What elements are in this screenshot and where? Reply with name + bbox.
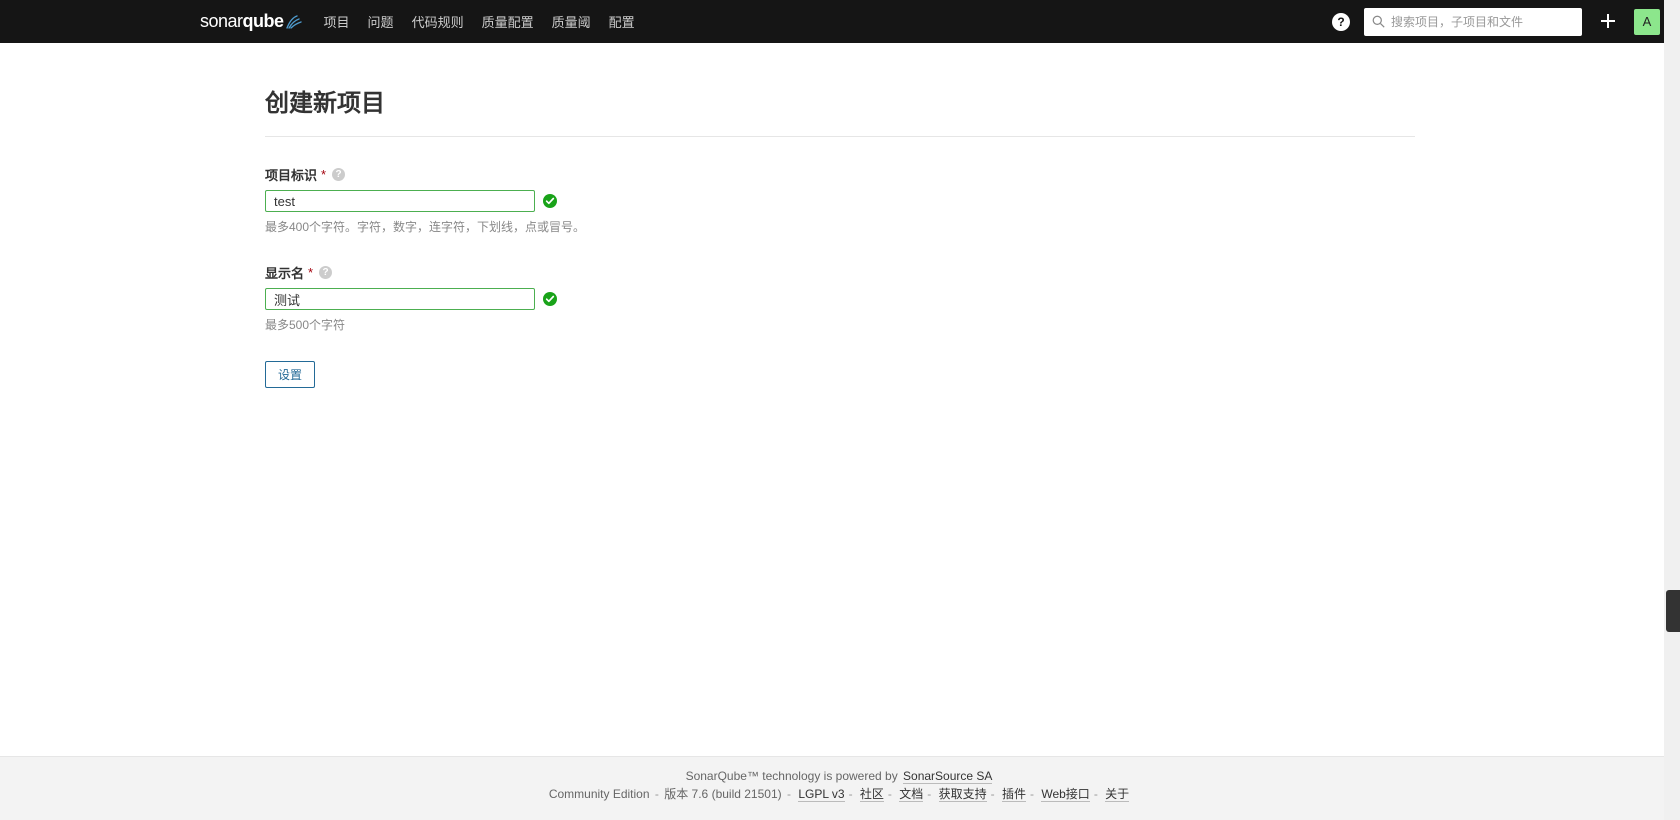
display-name-hint: 最多500个字符: [265, 316, 1415, 333]
nav-links: 项目 问题 代码规则 质量配置 质量阈 配置: [324, 12, 635, 31]
nav-right: ? A: [1332, 8, 1660, 36]
check-circle-icon: [543, 292, 557, 306]
project-key-label-text: 项目标识: [265, 165, 317, 184]
help-icon[interactable]: ?: [1332, 13, 1350, 31]
plus-icon: [1600, 13, 1616, 29]
project-key-input[interactable]: [265, 190, 535, 212]
required-asterisk: *: [308, 265, 313, 280]
project-key-help-icon[interactable]: ?: [332, 168, 345, 181]
nav-item-issues[interactable]: 问题: [368, 12, 394, 31]
footer-link-license[interactable]: LGPL v3: [798, 787, 844, 802]
footer-link-support[interactable]: 获取支持: [939, 787, 987, 802]
footer-link-community[interactable]: 社区: [860, 787, 884, 802]
project-key-label: 项目标识 * ?: [265, 165, 1415, 184]
scrollbar-track: [1664, 0, 1680, 820]
display-name-help-icon[interactable]: ?: [319, 266, 332, 279]
nav-item-quality-profiles[interactable]: 质量配置: [482, 12, 534, 31]
page-content: 创建新项目 项目标识 * ? 最多400个字符。字符，数字，连字符，下划线，点或冒…: [265, 43, 1415, 756]
display-name-label-text: 显示名: [265, 263, 304, 282]
check-circle-icon: [543, 194, 557, 208]
search-input[interactable]: [1391, 15, 1574, 29]
nav-item-projects[interactable]: 项目: [324, 12, 350, 31]
setup-button[interactable]: 设置: [265, 361, 315, 388]
footer-link-about[interactable]: 关于: [1105, 787, 1129, 802]
footer-link-docs[interactable]: 文档: [899, 787, 923, 802]
user-avatar[interactable]: A: [1634, 9, 1660, 35]
form-group-project-key: 项目标识 * ? 最多400个字符。字符，数字，连字符，下划线，点或冒号。: [265, 165, 1415, 235]
nav-item-admin[interactable]: 配置: [609, 12, 635, 31]
footer-link-webapi[interactable]: Web接口: [1041, 787, 1089, 802]
brand-text-part1: sonar: [200, 11, 243, 32]
side-feedback-tab[interactable]: [1666, 590, 1680, 632]
brand-logo[interactable]: sonarqube: [200, 11, 304, 32]
form-group-display-name: 显示名 * ? 最多500个字符: [265, 263, 1415, 333]
project-key-hint: 最多400个字符。字符，数字，连字符，下划线，点或冒号。: [265, 218, 1415, 235]
display-name-label: 显示名 * ?: [265, 263, 1415, 282]
footer-sep: -: [787, 787, 791, 801]
footer-sonarsource-link[interactable]: SonarSource SA: [903, 769, 992, 784]
required-asterisk: *: [321, 167, 326, 182]
nav-item-quality-gates[interactable]: 质量阈: [552, 12, 591, 31]
footer-link-plugins[interactable]: 插件: [1002, 787, 1026, 802]
footer-edition: Community Edition: [549, 787, 650, 801]
brand-text-part2: qube: [243, 11, 284, 32]
nav-item-rules[interactable]: 代码规则: [412, 12, 464, 31]
display-name-input[interactable]: [265, 288, 535, 310]
top-navbar: sonarqube 项目 问题 代码规则 质量配置 质量阈 配置 ? A: [0, 0, 1680, 43]
create-button[interactable]: [1596, 11, 1620, 33]
search-icon: [1372, 15, 1385, 28]
footer: SonarQube™ technology is powered by Sona…: [0, 756, 1680, 820]
footer-sep: -: [655, 787, 659, 801]
footer-powered-by-text: SonarQube™ technology is powered by: [686, 769, 901, 783]
global-search[interactable]: [1364, 8, 1582, 36]
page-title: 创建新项目: [265, 83, 1415, 137]
brand-wave-icon: [286, 15, 304, 29]
footer-version: 版本 7.6 (build 21501): [664, 787, 781, 801]
